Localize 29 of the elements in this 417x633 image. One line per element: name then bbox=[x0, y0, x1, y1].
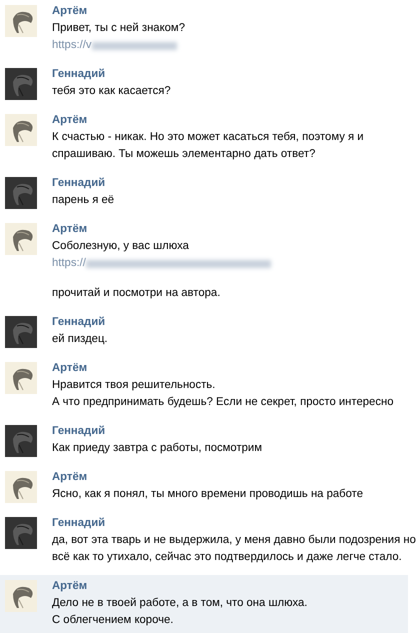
author-name[interactable]: Геннадий bbox=[52, 175, 106, 192]
message-link[interactable]: https:// bbox=[52, 255, 86, 272]
author-name[interactable]: Геннадий bbox=[52, 423, 106, 440]
message-text: ей пиздец. bbox=[52, 332, 108, 347]
author-name[interactable]: Геннадий bbox=[52, 515, 106, 532]
message-text: прочитай и посмотри на автора. bbox=[52, 286, 220, 301]
message-text: всё как то утихало, сейчас это подтвердилось и даже легче стало. bbox=[52, 550, 402, 565]
author-name[interactable]: Геннадий bbox=[52, 314, 106, 331]
message-text: Как приеду завтра с работы, посмотрим bbox=[52, 441, 262, 456]
message-text: С облегчением короче. bbox=[52, 613, 174, 628]
message-text: тебя это как касается? bbox=[52, 84, 171, 99]
message-text: Ясно, как я понял, ты много времени проводишь на работе bbox=[52, 487, 364, 502]
message-text: спрашиваю. Ты можешь элементарно дать ответ? bbox=[52, 147, 316, 162]
message-text: К счастью - никак. Но это может касаться тебя, поэтому я и bbox=[52, 130, 364, 145]
message-text: Дело не в твоей работе, а в том, что она шлюха. bbox=[52, 596, 308, 611]
message-text: да, вот эта тварь и не выдержила, у меня давно были подозрения но bbox=[52, 533, 416, 548]
author-name[interactable]: Артём bbox=[52, 578, 88, 595]
message-text: А что предпринимать будешь? Если не секрет, просто интересно bbox=[52, 395, 394, 410]
message-text: парень я её bbox=[52, 193, 114, 208]
author-name[interactable]: Артём bbox=[52, 3, 88, 20]
author-name[interactable]: Артём bbox=[52, 360, 88, 377]
message-text: Привет, ты с ней знаком? bbox=[52, 21, 185, 36]
author-name[interactable]: Артём bbox=[52, 221, 88, 238]
author-name[interactable]: Артём bbox=[52, 469, 88, 486]
author-name[interactable]: Геннадий bbox=[52, 66, 106, 83]
message-text: Соболезную, у вас шлюха bbox=[52, 239, 189, 254]
author-name[interactable]: Артём bbox=[52, 112, 88, 129]
message-text: Нравится твоя решительность. bbox=[52, 378, 216, 393]
message-link[interactable]: https://v bbox=[52, 37, 92, 54]
